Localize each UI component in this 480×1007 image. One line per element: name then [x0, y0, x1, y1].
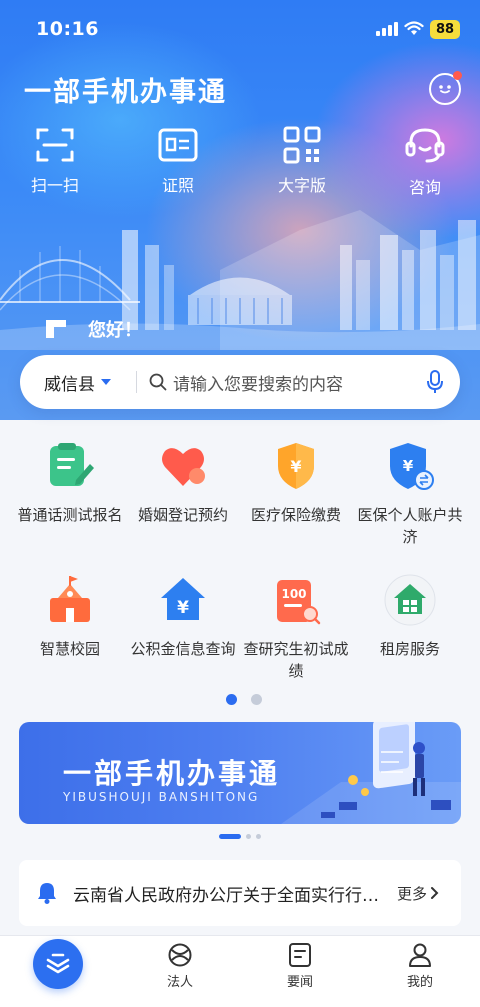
headset-icon: [405, 128, 445, 163]
app-screen: 10:16 88 一部手机办事通 扫一扫 证照 大字版 咨询 您好！ 威信县 请…: [0, 0, 480, 1007]
tab-label: 要闻: [286, 975, 313, 990]
page-dot-active[interactable]: [226, 694, 237, 705]
service-label: 智慧校园: [39, 640, 100, 658]
banner-page-indicator: [219, 834, 261, 839]
status-time: 10:16: [36, 18, 99, 40]
notification-dot: [453, 71, 462, 80]
search-icon: [149, 373, 167, 391]
notice-text: 云南省人民政府办公厅关于全面实行行政许可事项清单管理的通知: [73, 885, 389, 906]
yuan-shield-icon: ¥: [278, 443, 314, 489]
quick-action-large-font[interactable]: 大字版: [247, 126, 357, 196]
chatbot-button[interactable]: [429, 71, 462, 105]
service-label: 婚姻登记预约: [137, 506, 228, 524]
more-label: 更多: [397, 884, 428, 903]
user-flag-icon: [46, 320, 66, 338]
battery-level-badge: 88: [430, 20, 460, 39]
status-bar: 10:16 88: [0, 0, 480, 56]
service-medical-account-share[interactable]: ¥ 医保个人账户共济: [350, 440, 470, 548]
heart-icon: [162, 448, 205, 486]
service-graduate-exam-score[interactable]: 100 查研究生初试成绩: [236, 574, 356, 682]
svg-text:¥: ¥: [177, 598, 189, 618]
yuan-shield-transfer-icon: ¥: [390, 443, 434, 490]
scan-icon: [36, 128, 74, 162]
bell-icon: [38, 883, 56, 904]
service-grid: 普通话测试报名 婚姻登记预约 ¥ 医疗保险缴费 ¥ 医保个人账户共济 智慧校园 …: [0, 436, 480, 706]
chatbot-face-icon: [439, 85, 451, 94]
tab-mine[interactable]: 我的: [380, 942, 460, 990]
quick-action-label: 咨询: [408, 178, 441, 197]
voice-search-button[interactable]: [410, 370, 460, 394]
banner-subtitle: YIBUSHOUJI BANSHITONG: [63, 790, 260, 804]
quick-action-certificates[interactable]: 证照: [123, 126, 233, 196]
service-label: 医疗保险缴费: [250, 506, 341, 524]
news-icon: [289, 943, 311, 967]
tab-news[interactable]: 要闻: [260, 942, 340, 990]
search-placeholder: 请输入您要搜索的内容: [173, 374, 343, 395]
page-dot[interactable]: [256, 834, 261, 839]
tab-home-button[interactable]: [33, 939, 83, 989]
chevron-right-icon: [431, 887, 439, 899]
search-bar: 威信县 请输入您要搜索的内容: [20, 355, 460, 409]
service-label: 医保个人账户共济: [357, 506, 463, 546]
caret-down-icon: [101, 379, 111, 385]
page-dot[interactable]: [251, 694, 262, 705]
svg-text:100: 100: [281, 587, 306, 601]
service-label: 普通话测试报名: [17, 506, 123, 524]
search-input[interactable]: 请输入您要搜索的内容: [149, 370, 410, 395]
promo-banner[interactable]: 一部手机办事通 YIBUSHOUJI BANSHITONG: [19, 722, 461, 824]
user-icon: [409, 943, 431, 967]
more-link[interactable]: 更多: [397, 883, 441, 904]
rental-house-icon: [384, 574, 436, 626]
qr-grid-icon: [283, 126, 321, 164]
service-label: 公积金信息查询: [130, 640, 236, 658]
svg-text:¥: ¥: [290, 457, 301, 476]
banner-title: 一部手机办事通: [63, 757, 281, 790]
cellular-signal-icon: [376, 22, 398, 36]
app-brand-title: 一部手机办事通: [24, 77, 227, 108]
microphone-icon: [427, 370, 443, 393]
quick-action-label: 证照: [161, 176, 194, 195]
id-card-icon: [158, 128, 198, 162]
yuan-house-icon: ¥: [161, 578, 205, 620]
region-selector[interactable]: 威信县: [20, 370, 136, 395]
service-mandarin-test[interactable]: 普通话测试报名: [10, 440, 130, 526]
tab-label: 法人: [166, 975, 193, 990]
service-rental[interactable]: 租房服务: [350, 574, 470, 660]
page-dot-active[interactable]: [219, 834, 241, 839]
service-marriage-booking[interactable]: 婚姻登记预约: [123, 440, 243, 526]
quick-action-label: 大字版: [277, 176, 326, 195]
wifi-icon: [404, 21, 424, 35]
quick-action-scan[interactable]: 扫一扫: [0, 126, 110, 196]
form-pen-icon: [50, 443, 94, 486]
svg-text:¥: ¥: [403, 457, 414, 475]
quick-action-consult[interactable]: 咨询: [370, 126, 480, 198]
service-housing-fund[interactable]: ¥ 公积金信息查询: [123, 574, 243, 660]
service-label: 查研究生初试成绩: [243, 640, 349, 680]
greeting-text: 您好！: [88, 320, 142, 341]
news-notice[interactable]: 云南省人民政府办公厅关于全面实行行政许可事项清单管理的通知 更多: [19, 860, 461, 926]
service-smart-campus[interactable]: 智慧校园: [10, 574, 130, 660]
divider: [136, 371, 137, 393]
legal-person-icon: [168, 943, 192, 967]
service-medical-insurance[interactable]: ¥ 医疗保险缴费: [236, 440, 356, 526]
region-label: 威信县: [44, 374, 95, 395]
score-sheet-icon: 100: [277, 580, 321, 625]
service-label: 租房服务: [379, 640, 440, 658]
phone-business-illustration: [281, 722, 461, 824]
service-page-indicator: [226, 694, 262, 705]
quick-actions: 扫一扫 证照 大字版 咨询: [0, 126, 480, 206]
page-dot[interactable]: [246, 834, 251, 839]
tab-label: 我的: [406, 975, 433, 990]
greeting: 您好！: [46, 316, 142, 342]
home-brand-icon: [46, 953, 70, 974]
tab-legal-person[interactable]: 法人: [140, 942, 220, 990]
quick-action-label: 扫一扫: [30, 176, 79, 195]
school-icon: [50, 576, 90, 622]
